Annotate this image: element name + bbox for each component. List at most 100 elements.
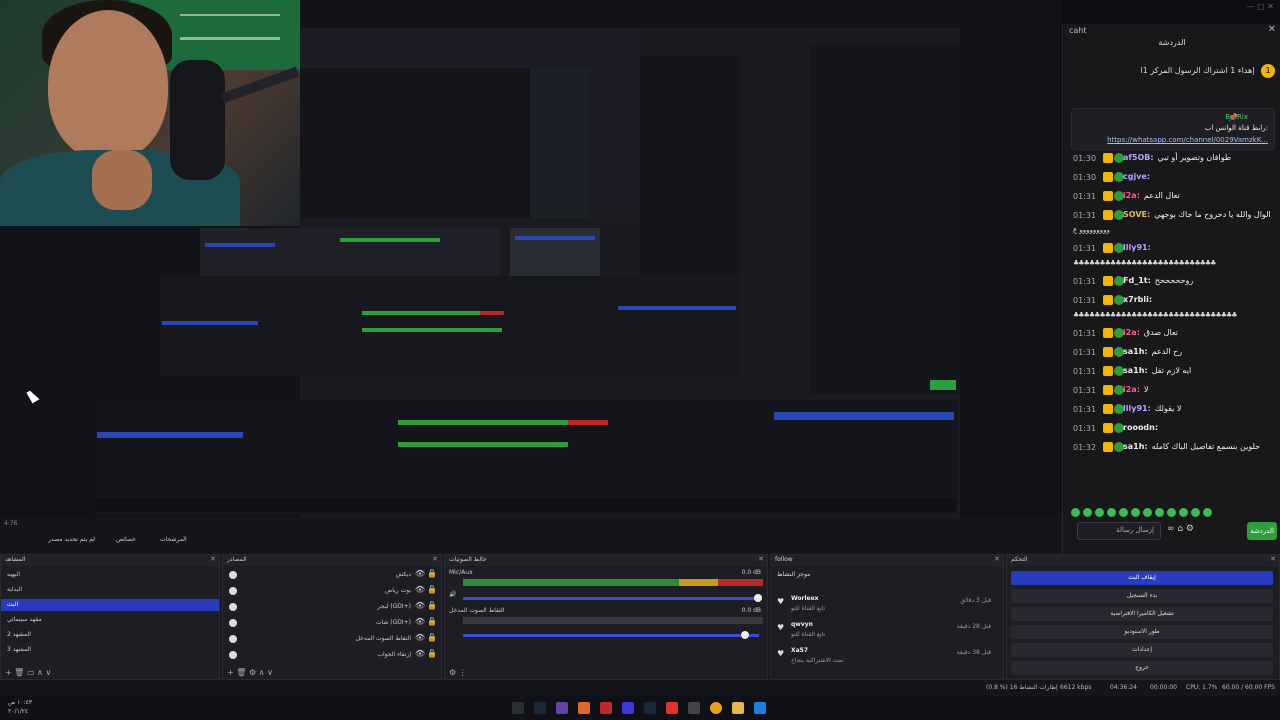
chat-action-icons[interactable]: ∞ ⌂ ⚙: [1167, 524, 1194, 534]
lock-icon[interactable]: 🔒: [427, 617, 437, 626]
close-icon[interactable]: ✕: [432, 555, 438, 563]
message-username[interactable]: Fd_1t:: [1123, 276, 1151, 285]
source-item[interactable]: التقاط الصوت المدخل 👁 🔒: [223, 633, 441, 649]
source-toolbar[interactable]: + 🗑 ⚙ ∧ ∨: [227, 668, 273, 677]
scene-item[interactable]: البث: [1, 599, 219, 611]
source-item[interactable]: شات (GDI+) 👁 🔒: [223, 617, 441, 633]
message-username[interactable]: i2a:: [1123, 385, 1140, 394]
eye-icon[interactable]: 👁: [415, 585, 425, 594]
eye-icon[interactable]: 👁: [415, 617, 425, 626]
message-username[interactable]: sa1h:: [1123, 442, 1148, 451]
mixer-track2-knob[interactable]: [741, 631, 749, 639]
bitrate: 6612 kbps: [1060, 684, 1092, 691]
control-button[interactable]: تشغيل الكاميرا الافتراضية: [1011, 607, 1273, 621]
close-icon[interactable]: ✕: [994, 555, 1000, 563]
close-icon[interactable]: ✕: [1268, 24, 1276, 35]
scene-item[interactable]: المشهد 3: [1, 644, 219, 656]
close-icon[interactable]: ✕: [758, 555, 764, 563]
game-icon[interactable]: [666, 702, 678, 714]
lock-icon[interactable]: 🔒: [427, 601, 437, 610]
window-controls[interactable]: — ▢ ✕: [1247, 2, 1274, 11]
emote-icon[interactable]: [1167, 508, 1176, 517]
message-username[interactable]: cgjve:: [1123, 172, 1150, 181]
control-button[interactable]: إيقاف البث: [1011, 571, 1273, 585]
emote-icon[interactable]: [1119, 508, 1128, 517]
emote-icon[interactable]: [1191, 508, 1200, 517]
mixer-track1-slider[interactable]: [463, 597, 759, 600]
properties-button[interactable]: خصائص: [116, 536, 136, 543]
scene-item[interactable]: المشهد 2: [1, 629, 219, 641]
message-username[interactable]: SOVE:: [1123, 210, 1150, 219]
lock-icon[interactable]: 🔒: [427, 569, 437, 578]
emote-icon[interactable]: [1203, 508, 1212, 517]
lock-icon[interactable]: 🔒: [427, 649, 437, 658]
store-icon[interactable]: [688, 702, 700, 714]
eye-icon[interactable]: 👁: [415, 601, 425, 610]
twitch-icon[interactable]: [556, 702, 568, 714]
follow-event: ♥ qwvyn تابع القناة للتو قبل 28 دقيقة: [771, 619, 1003, 645]
message-username[interactable]: sa1h:: [1123, 347, 1148, 356]
app-red-icon[interactable]: [600, 702, 612, 714]
chrome-icon[interactable]: [710, 702, 722, 714]
obs-icon[interactable]: [622, 702, 634, 714]
source-item[interactable]: ديكش 👁 🔒: [223, 569, 441, 585]
close-icon[interactable]: ✕: [1270, 555, 1276, 563]
chat-send-button[interactable]: الدردشة: [1247, 522, 1277, 540]
emote-icon[interactable]: [1083, 508, 1092, 517]
message-username[interactable]: i2a:: [1123, 191, 1140, 200]
message-username[interactable]: llly91:: [1123, 404, 1151, 413]
folder-icon[interactable]: [732, 702, 744, 714]
lock-icon[interactable]: 🔒: [427, 633, 437, 642]
speaker-icon[interactable]: 🔊: [449, 591, 456, 598]
follow-description: تابع القناة للتو: [791, 605, 826, 612]
pinned-link[interactable]: https://whatsapp.com/channel/0029VamzkK.…: [1107, 136, 1268, 144]
chat-input[interactable]: إرسال رسالة: [1077, 522, 1161, 540]
message-username[interactable]: i2a:: [1123, 328, 1140, 337]
message-username[interactable]: af5OB:: [1123, 153, 1154, 162]
source-item[interactable]: إرتقاء الجواب 👁 🔒: [223, 649, 441, 665]
control-button[interactable]: طور الاستوديو: [1011, 625, 1273, 639]
message-username[interactable]: llly91:: [1123, 243, 1151, 252]
message-username[interactable]: x7rbli:: [1123, 295, 1152, 304]
emote-row[interactable]: [1071, 502, 1271, 517]
nested-stop-btn-b: [618, 306, 736, 310]
control-button[interactable]: إعدادات: [1011, 643, 1273, 657]
steam-alt-icon[interactable]: [644, 702, 656, 714]
emote-icon[interactable]: [1155, 508, 1164, 517]
mixer-track1-knob[interactable]: [754, 594, 762, 602]
sources-title: المصادر: [227, 556, 247, 563]
app-icon[interactable]: [578, 702, 590, 714]
close-icon[interactable]: ✕: [210, 555, 216, 563]
scene-item[interactable]: البهيه: [1, 569, 219, 581]
control-button[interactable]: خروج: [1011, 661, 1273, 675]
eye-icon[interactable]: 👁: [415, 649, 425, 658]
mixer-toolbar[interactable]: ⚙ ⋮: [449, 668, 467, 677]
mixer-track2-slider[interactable]: [463, 634, 759, 637]
terminal-icon[interactable]: [512, 702, 524, 714]
emote-icon[interactable]: [1071, 508, 1080, 517]
emote-icon[interactable]: [1179, 508, 1188, 517]
emote-icon[interactable]: [1131, 508, 1140, 517]
lock-icon[interactable]: 🔒: [427, 585, 437, 594]
scene-toolbar[interactable]: + 🗑 ▭ ∧ ∨: [5, 668, 51, 677]
source-item[interactable]: بوت رياض 👁 🔒: [223, 585, 441, 601]
taskbar-clock[interactable]: ١٠:٤٣ ص ٢٠/١/٢٤: [8, 698, 32, 716]
windows-icon[interactable]: [754, 702, 766, 714]
emote-icon[interactable]: [1107, 508, 1116, 517]
source-item[interactable]: ليجر (GDI+) 👁 🔒: [223, 601, 441, 617]
pinned-username[interactable]: BotRix: [1225, 113, 1248, 121]
message-username[interactable]: sa1h:: [1123, 366, 1148, 375]
emote-icon[interactable]: [1095, 508, 1104, 517]
message-username[interactable]: rooodn:: [1123, 423, 1158, 432]
pinned-message[interactable]: 📌 BotRix رابط قناة الواتس اب: https://wh…: [1071, 108, 1275, 150]
scene-item[interactable]: البداية: [1, 584, 219, 596]
control-button[interactable]: بدء التسجيل: [1011, 589, 1273, 603]
scene-item[interactable]: مقهد سينمائي: [1, 614, 219, 626]
eye-icon[interactable]: 👁: [415, 569, 425, 578]
steam-icon[interactable]: [534, 702, 546, 714]
user-badges: [1103, 172, 1125, 182]
follow-dock: follow ✕ موجز النشاط ♥ Worleex تابع القناة …: [770, 554, 1004, 680]
filters-button[interactable]: المرشحات: [160, 536, 187, 543]
eye-icon[interactable]: 👁: [415, 633, 425, 642]
emote-icon[interactable]: [1143, 508, 1152, 517]
